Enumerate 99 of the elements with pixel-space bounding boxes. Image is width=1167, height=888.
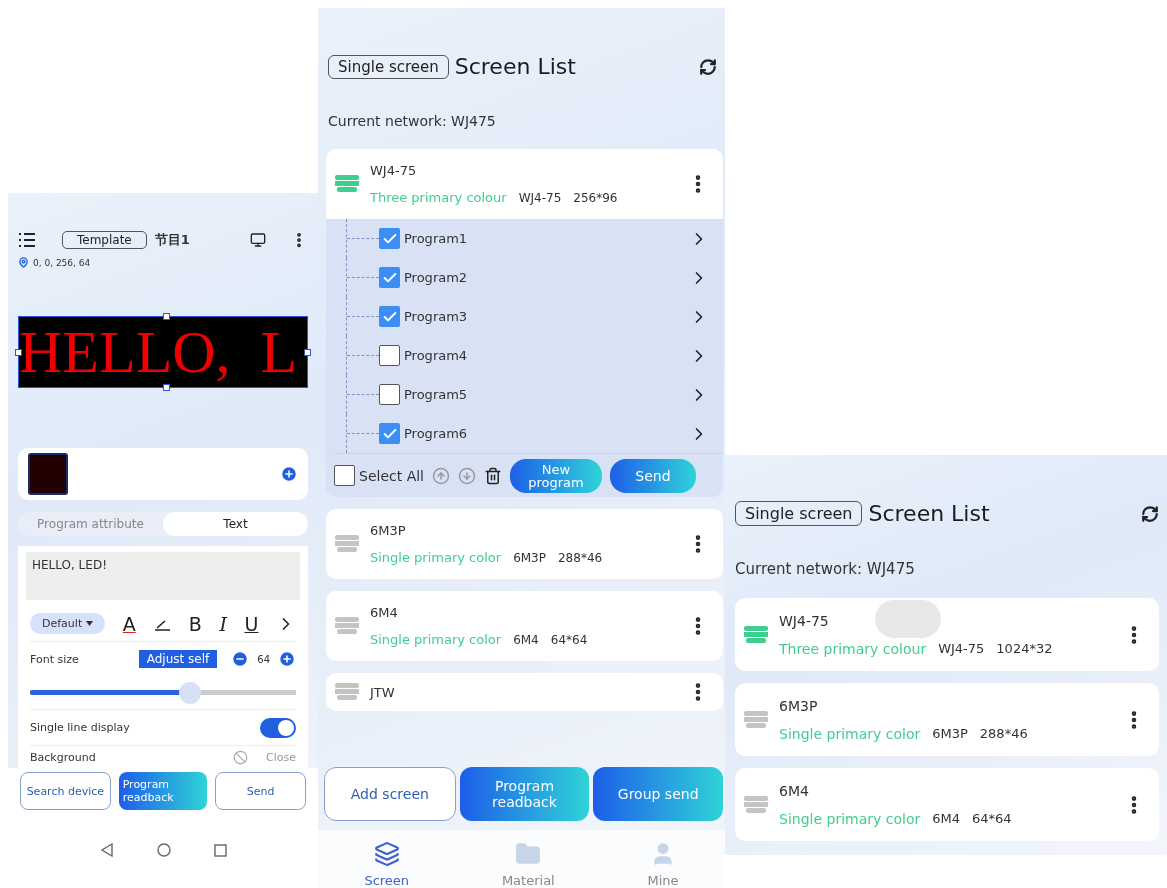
screen-type: Single primary color (370, 632, 502, 647)
nav-tab[interactable]: Material (501, 841, 555, 888)
screen-name: WJ4-75 (370, 163, 418, 178)
screen-card[interactable]: WJ4-75 Three primary colour WJ4-75 256*96 (326, 149, 723, 219)
screen-resolution: 288*46 (979, 726, 1028, 741)
screen-type: Single primary color (779, 725, 921, 742)
single-screen-button[interactable]: Single screen (735, 501, 863, 526)
screen-name: 6M4 (779, 782, 810, 799)
italic-format-button[interactable]: I (219, 612, 227, 635)
checkbox[interactable] (379, 423, 400, 444)
screen-resolution: 1024*32 (996, 641, 1053, 656)
caret-icon (86, 621, 94, 626)
program-name[interactable]: Program2 (404, 270, 468, 285)
screen-name: 6M3P (370, 523, 407, 538)
checkbox[interactable] (379, 306, 400, 327)
resize-handle[interactable] (15, 349, 22, 356)
program-name[interactable]: Program3 (404, 309, 468, 324)
checkbox[interactable] (379, 267, 400, 288)
screen-card[interactable]: 6M3P Single primary color 6M3P 288*46 (735, 683, 1159, 756)
thumbnail-picture[interactable] (28, 453, 68, 495)
single-screen-button[interactable]: Single screen (328, 54, 449, 79)
resize-handle[interactable] (163, 313, 170, 320)
screen-type: Three primary colour (370, 190, 507, 205)
action-button[interactable]: Program readback (118, 772, 208, 810)
nav-tab[interactable]: Screen (364, 841, 410, 888)
back-icon[interactable] (99, 843, 114, 857)
font-size-label: Font size (30, 652, 79, 666)
refresh-icon[interactable] (1141, 504, 1159, 523)
screen-model: WJ4-75 (938, 641, 985, 656)
refresh-icon[interactable] (699, 57, 717, 76)
tab[interactable]: Text (163, 512, 308, 536)
resize-handle[interactable] (304, 349, 311, 356)
checkbox[interactable] (334, 465, 355, 486)
program-title: 节目1 (154, 231, 190, 249)
program-name[interactable]: Program6 (404, 426, 468, 441)
checkbox[interactable] (379, 345, 400, 366)
screen-model: WJ4-75 (518, 190, 562, 205)
checkbox[interactable] (379, 384, 400, 405)
font-dropdown[interactable]: Default (30, 613, 106, 634)
screen-name: WJ4-75 (779, 612, 830, 629)
screen-card[interactable]: WJ4-75 Three primary colour WJ4-75 1024*32 (735, 598, 1159, 671)
layers-icon (373, 841, 400, 867)
screen-card[interactable]: JTW (326, 673, 723, 711)
underline-format-button[interactable]: U (244, 612, 259, 635)
screen-name: 6M3P (779, 697, 819, 714)
page-title: Screen List (868, 501, 990, 526)
minus-icon[interactable] (231, 650, 250, 668)
current-network: Current network: WJ475 (328, 113, 496, 129)
resize-handle[interactable] (163, 384, 170, 391)
single-line-label: Single line display (30, 721, 130, 734)
folder-icon (515, 841, 542, 867)
screen-model: 6M3P (932, 726, 968, 741)
prohibited-icon (233, 749, 249, 765)
coordinates: 0, 0, 256, 64 (33, 257, 91, 268)
background-label: Background (30, 750, 96, 764)
home-icon[interactable] (156, 843, 171, 857)
screen-type: Single primary color (370, 550, 502, 565)
bold-format-button[interactable]: B (188, 612, 202, 635)
screen-name: 6M4 (370, 605, 399, 620)
screen-type: Three primary colour (779, 640, 927, 657)
plus-icon[interactable] (278, 650, 296, 668)
program-name[interactable]: Program5 (404, 387, 468, 402)
checkbox[interactable] (379, 228, 400, 249)
monitor-icon[interactable] (250, 232, 266, 248)
menu-icon[interactable] (18, 232, 36, 248)
program-name[interactable]: Program1 (404, 231, 468, 246)
location-pin-icon (18, 257, 29, 268)
adjust-self-button[interactable]: Adjust self (138, 650, 218, 668)
current-network: Current network: WJ475 (735, 560, 915, 578)
recents-icon[interactable] (213, 843, 227, 857)
screen-type: Single primary color (779, 810, 921, 827)
action-button[interactable]: Add screen (324, 767, 456, 821)
screen-resolution: 64*64 (550, 632, 588, 647)
screen-card[interactable]: 6M4 Single primary color 6M4 64*64 (735, 768, 1159, 841)
screen-name: JTW (370, 684, 396, 700)
led-preview[interactable]: HELLO, L (18, 316, 308, 388)
select-all-label[interactable]: Select All (359, 467, 424, 484)
color-format-button[interactable]: A (122, 612, 136, 635)
toggle-switch[interactable] (260, 717, 296, 738)
screen-resolution: 288*46 (558, 550, 603, 565)
template-button[interactable]: Template (62, 231, 147, 249)
preview-text: HELLO, L (19, 322, 298, 382)
action-button[interactable]: Group send (593, 767, 723, 821)
action-button[interactable]: Search device (20, 772, 111, 810)
page-title: Screen List (454, 54, 576, 79)
screen-card[interactable]: 6M3P Single primary color 6M3P 288*46 (326, 509, 723, 579)
add-icon[interactable] (280, 465, 298, 483)
screen-resolution: 64*64 (971, 811, 1012, 826)
font-size-value: 64 (257, 653, 270, 665)
slider-thumb[interactable] (178, 681, 201, 704)
program-name[interactable]: Program4 (404, 348, 468, 363)
screen-model: 6M4 (513, 632, 539, 647)
action-button[interactable]: Send (215, 772, 306, 810)
screen-model: 6M4 (932, 811, 960, 826)
screen-card[interactable]: 6M4 Single primary color 6M4 64*64 (326, 591, 723, 661)
screen-model: 6M3P (513, 550, 546, 565)
trash-icon[interactable] (484, 466, 502, 485)
text-input-field[interactable]: HELLO, LED! (26, 552, 300, 600)
screen-resolution: 256*96 (573, 190, 618, 205)
